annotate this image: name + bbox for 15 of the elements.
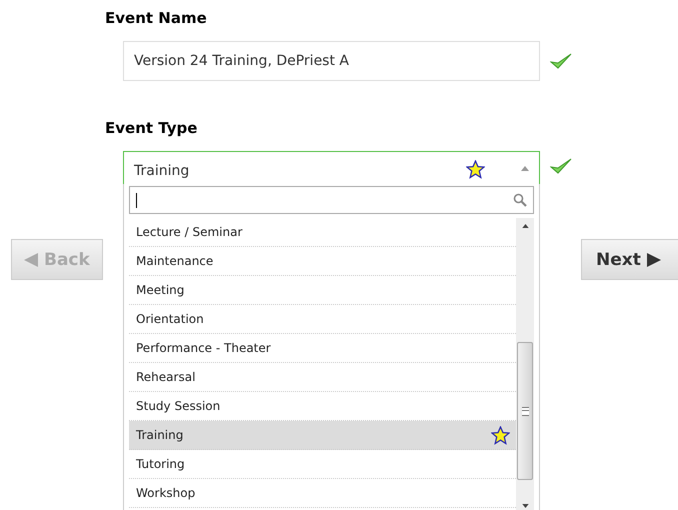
option-item[interactable]: Training [129, 421, 516, 450]
search-icon [513, 193, 527, 207]
right-triangle-icon [646, 252, 661, 266]
field-label: Event Name [105, 9, 207, 27]
field-label: Event Type [105, 119, 198, 137]
search-field[interactable] [129, 186, 534, 214]
scrollbar[interactable] [516, 218, 534, 510]
scroll-down-icon[interactable] [522, 504, 528, 508]
scrollbar-thumb[interactable] [517, 342, 533, 480]
left-triangle-icon [24, 252, 38, 266]
caret-icon [521, 166, 529, 171]
scroll-up-icon[interactable] [522, 224, 528, 228]
next-button[interactable]: Next [581, 239, 678, 280]
grip-icon [522, 406, 528, 416]
event-name-field[interactable]: Version 24 Training, DePriest A [123, 41, 540, 81]
